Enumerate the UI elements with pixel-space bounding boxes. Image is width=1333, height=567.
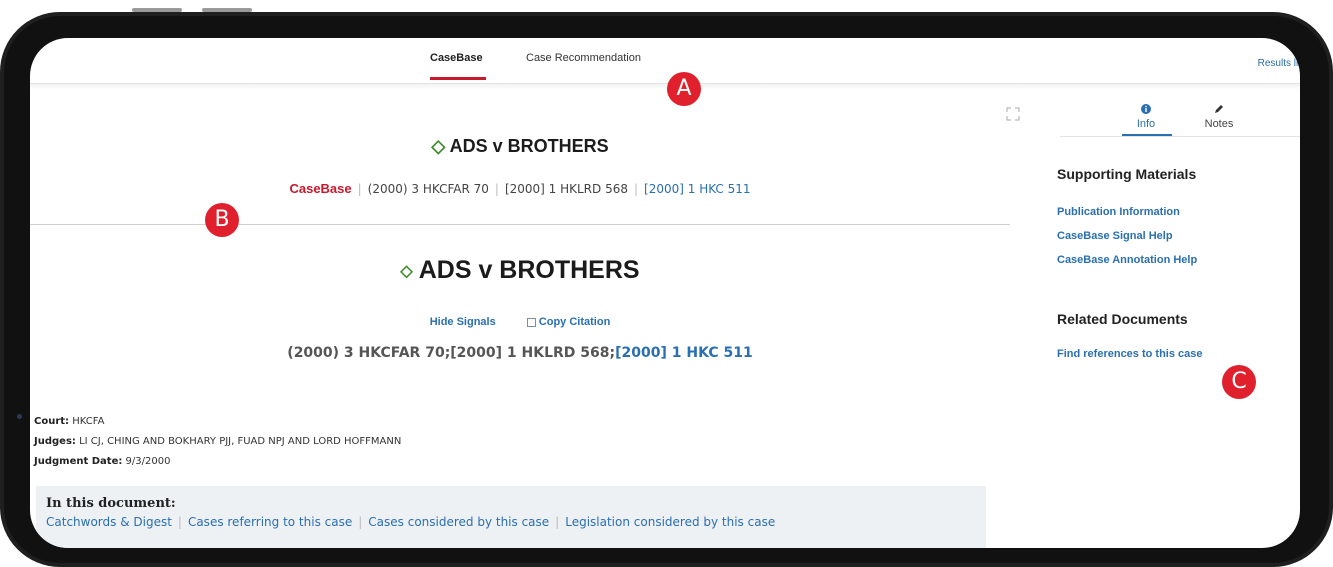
callout-marker-c: C: [1222, 365, 1256, 399]
active-tab-indicator: [430, 77, 486, 80]
pencil-icon: [1196, 104, 1242, 118]
copy-icon: [526, 317, 536, 327]
expand-icon[interactable]: [1005, 106, 1021, 122]
header-shadow: [30, 84, 1300, 90]
full-citation-link[interactable]: [2000] 1 HKC 511: [615, 345, 753, 361]
tab-case-recommendation[interactable]: Case Recommendation: [526, 52, 641, 64]
device-sensor: [17, 414, 22, 419]
section-divider: [30, 224, 1010, 225]
document-title-large: ◇ ADS v BROTHERS: [30, 256, 1010, 285]
citation-line: CaseBase | (2000) 3 HKCFAR 70 | [2000] 1 HKL…: [289, 181, 751, 196]
info-icon: [1126, 104, 1166, 118]
court-value: HKCFA: [72, 416, 105, 427]
judges-info: Judges: LI CJ, CHING AND BOKHARY PJJ, FU…: [34, 436, 401, 447]
judges-label: Judges:: [34, 436, 76, 447]
copy-citation-label: Copy Citation: [538, 316, 611, 328]
results-list-link[interactable]: Results list: [1258, 58, 1300, 69]
document-title-large-text: ADS v BROTHERS: [418, 256, 640, 284]
in-this-document-links: Catchwords & Digest | Cases referring to t…: [46, 515, 776, 529]
citation-item: [2000] 1 HKLRD 568: [504, 182, 628, 196]
tab-casebase[interactable]: CaseBase: [430, 52, 483, 64]
document-actions: Hide Signals Copy Citation: [30, 316, 1010, 328]
document-title-text: ADS v BROTHERS: [449, 136, 609, 156]
judgment-date-info: Judgment Date: 9/3/2000: [34, 456, 170, 467]
full-citation: (2000) 3 HKCFAR 70;[2000] 1 HKLRD 568;[2…: [30, 345, 1010, 361]
section-link-cases-referring[interactable]: Cases referring to this case: [188, 515, 352, 529]
section-link-catchwords[interactable]: Catchwords & Digest: [46, 515, 172, 529]
find-references-link[interactable]: Find references to this case: [1057, 348, 1203, 360]
full-citation-text: (2000) 3 HKCFAR 70;[2000] 1 HKLRD 568;: [287, 345, 616, 361]
judgment-date-value: 9/3/2000: [125, 456, 171, 467]
hide-signals-button[interactable]: Hide Signals: [430, 316, 496, 328]
panel-tab-info-label: Info: [1136, 118, 1156, 130]
signal-diamond-icon: ◇: [431, 136, 446, 156]
signal-diamond-icon: ◇: [400, 263, 413, 281]
in-this-document-box: In this document: Catchwords & Digest | Ca…: [36, 486, 986, 548]
panel-tab-info[interactable]: Info: [1126, 104, 1166, 130]
judges-value: LI CJ, CHING AND BOKHARY PJJ, FUAD NPJ A…: [79, 436, 402, 447]
casebase-brand: CaseBase: [289, 181, 352, 196]
copy-citation-button[interactable]: Copy Citation: [526, 316, 611, 328]
screen: CaseBase Case Recommendation Results lis…: [30, 38, 1300, 548]
section-link-legislation[interactable]: Legislation considered by this case: [565, 515, 775, 529]
court-info: Court: HKCFA: [34, 416, 104, 427]
in-this-document-title: In this document:: [46, 496, 176, 511]
panel-tab-notes[interactable]: Notes: [1196, 104, 1242, 130]
judgment-date-label: Judgment Date:: [34, 456, 123, 467]
publication-information-link[interactable]: Publication Information: [1057, 206, 1180, 218]
supporting-materials-heading: Supporting Materials: [1057, 166, 1197, 182]
panel-divider: [1060, 136, 1300, 137]
document-title-small: ◇ ADS v BROTHERS: [30, 136, 1010, 157]
callout-marker-a: A: [667, 72, 701, 106]
section-link-cases-considered[interactable]: Cases considered by this case: [368, 515, 549, 529]
citation-link[interactable]: [2000] 1 HKC 511: [644, 182, 751, 196]
tab-bar: CaseBase Case Recommendation Results lis…: [30, 38, 1300, 83]
citation-item: (2000) 3 HKCFAR 70: [367, 182, 489, 196]
signal-help-link[interactable]: CaseBase Signal Help: [1057, 230, 1173, 242]
court-label: Court:: [34, 416, 70, 427]
annotation-help-link[interactable]: CaseBase Annotation Help: [1057, 254, 1197, 266]
panel-tab-notes-label: Notes: [1204, 118, 1234, 130]
callout-marker-b: B: [205, 203, 239, 237]
related-documents-heading: Related Documents: [1057, 311, 1188, 327]
